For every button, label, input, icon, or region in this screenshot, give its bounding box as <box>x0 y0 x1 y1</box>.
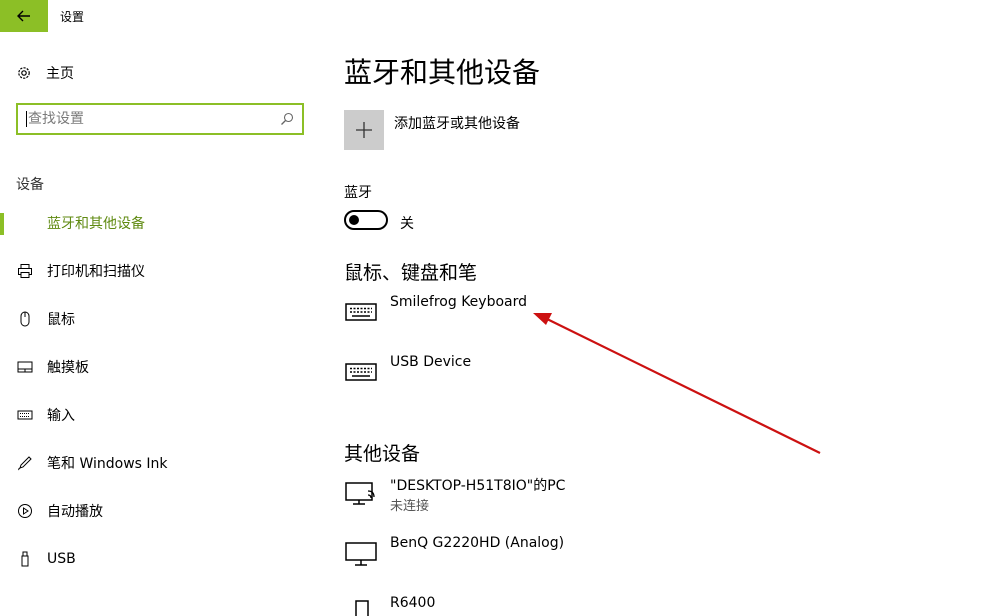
device-name: Smilefrog Keyboard <box>390 294 528 310</box>
sidebar-item-pen[interactable]: 笔和 Windows Ink <box>0 443 320 483</box>
sidebar-item-label: USB <box>47 551 76 567</box>
keyboard-icon <box>16 406 34 424</box>
search-box[interactable]: 查找设置 <box>16 103 304 135</box>
add-device-button[interactable] <box>344 110 384 150</box>
sidebar-item-typing[interactable]: 输入 <box>0 395 320 435</box>
device-name: "DESKTOP-H51T8IO"的PC <box>390 478 566 494</box>
sidebar-item-label: 蓝牙和其他设备 <box>47 216 145 232</box>
phone-icon <box>355 600 369 616</box>
sidebar-item-autoplay[interactable]: 自动播放 <box>0 491 320 531</box>
back-button[interactable] <box>0 0 48 32</box>
back-arrow-icon <box>17 10 30 22</box>
page-title: 蓝牙和其他设备 <box>344 56 541 89</box>
autoplay-icon <box>16 502 34 520</box>
touchpad-icon <box>16 358 34 376</box>
active-indicator <box>0 213 4 235</box>
home-label: 主页 <box>46 66 74 82</box>
sidebar-item-mouse[interactable]: 鼠标 <box>0 299 320 339</box>
bluetooth-toggle[interactable] <box>344 210 388 230</box>
other-devices-heading: 其他设备 <box>344 443 421 465</box>
bluetooth-label: 蓝牙 <box>344 185 372 201</box>
device-item[interactable]: USB Device <box>344 354 944 404</box>
sidebar-item-label: 鼠标 <box>47 312 75 328</box>
sidebar-item-printers[interactable]: 打印机和扫描仪 <box>0 251 320 291</box>
sidebar-item-touchpad[interactable]: 触摸板 <box>0 347 320 387</box>
bluetooth-state: 关 <box>400 216 414 232</box>
title-bar: 设置 <box>0 0 994 32</box>
search-input[interactable]: 查找设置 <box>26 111 84 127</box>
mouse-icon <box>16 310 34 328</box>
printer-icon <box>16 262 34 280</box>
device-item[interactable]: Smilefrog Keyboard <box>344 294 944 344</box>
monitor-icon <box>345 542 377 566</box>
sidebar-home[interactable]: 主页 <box>16 62 74 84</box>
sidebar-item-label: 输入 <box>47 408 75 424</box>
device-item[interactable]: "DESKTOP-H51T8IO"的PC 未连接 <box>344 475 944 525</box>
keyboard-icon <box>345 363 377 381</box>
sidebar-item-label: 触摸板 <box>47 360 89 376</box>
input-devices-heading: 鼠标、键盘和笔 <box>344 262 478 284</box>
sidebar-item-bluetooth[interactable]: 蓝牙和其他设备 <box>0 203 320 243</box>
sidebar-item-label: 笔和 Windows Ink <box>47 456 168 472</box>
device-item[interactable]: R6400 <box>344 595 944 616</box>
usb-icon <box>16 550 34 568</box>
pc-network-icon <box>345 482 375 505</box>
sidebar-item-usb[interactable]: USB <box>0 539 320 579</box>
search-icon[interactable] <box>280 112 294 126</box>
pen-icon <box>16 454 34 472</box>
sidebar-item-label: 打印机和扫描仪 <box>47 264 145 280</box>
device-name: R6400 <box>390 595 436 611</box>
main-content: 蓝牙和其他设备 添加蓝牙或其他设备 蓝牙 关 鼠标、键盘和笔 Smilefrog… <box>344 32 984 616</box>
gear-icon <box>18 67 30 79</box>
sidebar: 主页 查找设置 设备 蓝牙和其他设备 打印机和扫描仪 鼠标 触摸板 输入 笔和 … <box>0 32 320 616</box>
keyboard-icon <box>345 303 377 321</box>
section-label-devices: 设备 <box>16 177 44 193</box>
sidebar-item-label: 自动播放 <box>47 504 103 520</box>
device-status: 未连接 <box>390 499 430 514</box>
add-device-label[interactable]: 添加蓝牙或其他设备 <box>394 113 520 133</box>
plus-icon <box>356 122 372 138</box>
device-item[interactable]: BenQ G2220HD (Analog) <box>344 535 944 585</box>
device-name: USB Device <box>390 354 472 370</box>
window-title: 设置 <box>60 10 85 24</box>
device-name: BenQ G2220HD (Analog) <box>390 535 565 551</box>
toggle-knob <box>349 215 359 225</box>
